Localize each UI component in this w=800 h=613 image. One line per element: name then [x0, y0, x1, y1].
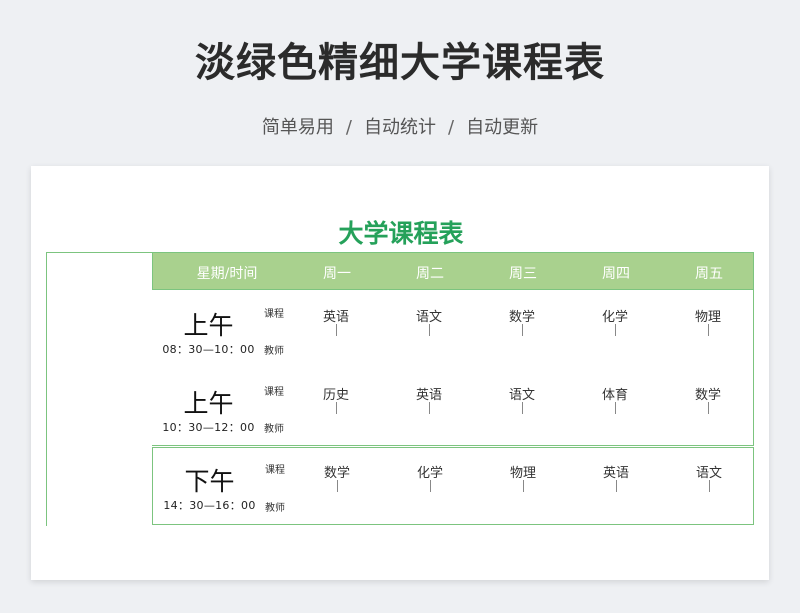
course-cell[interactable]: 数学: [324, 462, 350, 481]
teacher-row-label: 教师: [264, 346, 284, 357]
cell-divider: [337, 480, 338, 492]
cell-divider: [430, 480, 431, 492]
teacher-row-label: 教师: [264, 424, 284, 435]
session-row: 上午 10：30—12：00 课程 教师 历史 英语 语文 体育 数学: [152, 368, 754, 446]
table-border-left: [46, 252, 47, 526]
period-label: 上午: [183, 311, 234, 340]
table-header-row: 星期/时间 周一 周二 周三 周四 周五: [152, 252, 754, 290]
cell-divider: [616, 480, 617, 492]
subtitle-separator: /: [448, 117, 455, 138]
course-cell[interactable]: 历史: [323, 384, 349, 403]
cell-divider: [709, 480, 710, 492]
course-row-label: 课程: [265, 465, 285, 476]
header-cell-wednesday: 周三: [509, 266, 537, 282]
course-cell[interactable]: 英语: [323, 306, 349, 325]
subtitle-item: 简单易用: [261, 117, 334, 138]
course-cell[interactable]: 英语: [416, 384, 442, 403]
session-row: 上午 08：30—10：00 课程 教师 英语 语文 数学 化学 物理: [152, 290, 754, 368]
header-cell-thursday: 周四: [602, 266, 630, 282]
cell-divider: [336, 324, 337, 336]
cell-divider: [429, 324, 430, 336]
course-cell[interactable]: 物理: [695, 306, 721, 325]
session-row: 下午 14：30—16：00 课程 教师 数学 化学 物理 英语 语文: [152, 447, 754, 525]
cell-divider: [522, 324, 523, 336]
course-cell[interactable]: 数学: [695, 384, 721, 403]
period-label: 下午: [184, 467, 235, 496]
cell-divider: [708, 324, 709, 336]
cell-divider: [336, 402, 337, 414]
time-range: 14：30—16：00: [163, 499, 256, 512]
course-cell[interactable]: 语文: [696, 462, 722, 481]
header-cell-weekday-time: 星期/时间: [196, 266, 258, 282]
course-cell[interactable]: 数学: [509, 306, 535, 325]
page-subtitle: 简单易用 / 自动统计 / 自动更新: [0, 113, 800, 139]
period-label: 上午: [183, 389, 234, 418]
cell-divider: [429, 402, 430, 414]
table-border-top: [46, 252, 152, 253]
subtitle-item: 自动更新: [466, 117, 539, 138]
timetable-title: 大学课程表: [338, 219, 464, 248]
header-cell-friday: 周五: [695, 266, 723, 282]
time-range: 08：30—10：00: [162, 343, 255, 356]
course-row-label: 课程: [264, 387, 284, 398]
header-cell-monday: 周一: [323, 266, 351, 282]
course-cell[interactable]: 英语: [603, 462, 629, 481]
time-range: 10：30—12：00: [162, 421, 255, 434]
course-cell[interactable]: 语文: [509, 384, 535, 403]
cell-divider: [522, 402, 523, 414]
course-cell[interactable]: 体育: [602, 384, 628, 403]
page-title: 淡绿色精细大学课程表: [195, 40, 605, 86]
subtitle-item: 自动统计: [364, 117, 436, 138]
cell-divider: [615, 324, 616, 336]
course-cell[interactable]: 化学: [602, 306, 628, 325]
course-cell[interactable]: 物理: [510, 462, 536, 481]
cell-divider: [615, 402, 616, 414]
course-cell[interactable]: 化学: [417, 462, 443, 481]
spreadsheet-sheet: 大学课程表 星期/时间 周一 周二 周三 周四 周五 上午 08：30—10：0…: [31, 166, 769, 580]
cell-divider: [523, 480, 524, 492]
teacher-row-label: 教师: [265, 503, 285, 514]
course-cell[interactable]: 语文: [416, 306, 442, 325]
course-row-label: 课程: [264, 309, 284, 320]
cell-divider: [708, 402, 709, 414]
subtitle-separator: /: [345, 117, 352, 138]
header-cell-tuesday: 周二: [416, 266, 444, 282]
